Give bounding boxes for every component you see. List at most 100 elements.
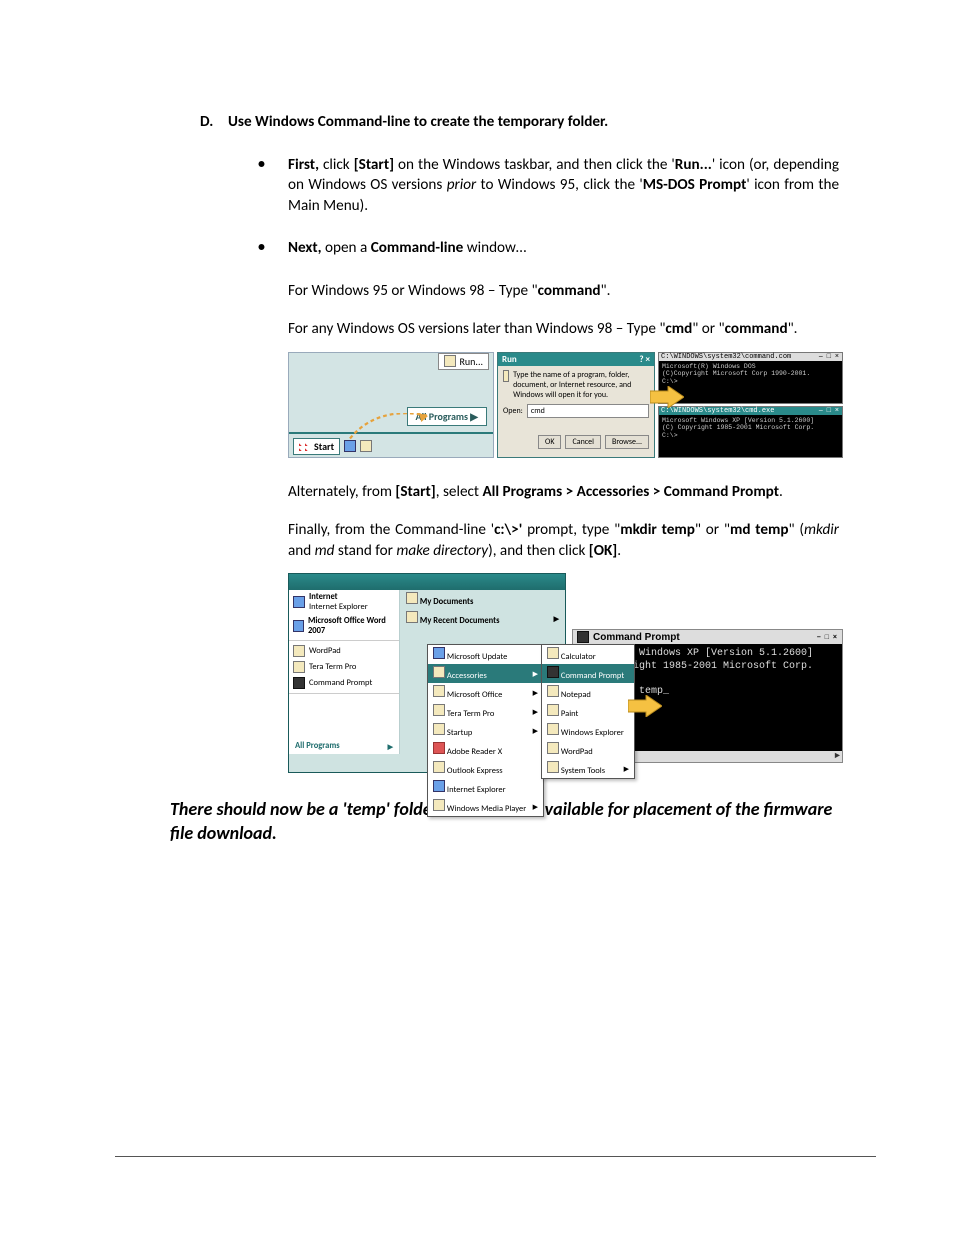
- open-input[interactable]: cmd: [527, 404, 649, 418]
- ok-button[interactable]: OK: [538, 435, 561, 449]
- sm-my-documents[interactable]: My Documents: [400, 590, 565, 609]
- sub-finally: Finally, from the Command-line 'c:\>' pr…: [130, 520, 839, 561]
- bullet-first: • First, click [Start] on the Windows ta…: [130, 155, 839, 217]
- run-dialog: Run ? × Type the name of a program, fold…: [497, 352, 655, 458]
- windows-flag-icon: [299, 441, 311, 451]
- sub-win95: For Windows 95 or Windows 98 – Type "com…: [130, 281, 839, 302]
- start-button[interactable]: Start: [293, 438, 340, 455]
- run-shortcut[interactable]: Run...: [438, 353, 489, 370]
- cmd-exe-window: C:\WINDOWS\system32\cmd.exe– □ × Microso…: [658, 406, 843, 458]
- bullet-next-body: Next, open a Command-line window…: [288, 238, 839, 259]
- wmp-icon: [433, 799, 445, 811]
- section-heading: D. Use Windows Command-line to create th…: [130, 112, 839, 133]
- all-programs-button[interactable]: All Programs ▶: [407, 407, 487, 426]
- word-icon: [293, 620, 304, 632]
- folder-icon: [406, 611, 418, 623]
- sub-later: For any Windows OS versions later than W…: [130, 319, 839, 340]
- menu-item[interactable]: Calculator: [542, 645, 634, 664]
- chevron-right-icon: ▶: [554, 614, 559, 623]
- calc-icon: [547, 647, 559, 659]
- bullet-icon: •: [258, 155, 288, 217]
- chevron-right-icon: ▶: [533, 707, 538, 716]
- outlook-icon: [433, 761, 445, 773]
- menu-command-prompt[interactable]: Command Prompt: [542, 664, 634, 683]
- all-programs-button[interactable]: All Programs▶: [289, 738, 399, 754]
- folder-icon: [433, 723, 445, 735]
- separator: [289, 432, 493, 434]
- notepad-icon: [547, 685, 559, 697]
- run-dialog-icon: [503, 370, 509, 382]
- sub-alternate: Alternately, from [Start], select All Pr…: [130, 482, 839, 503]
- scroll-right-icon[interactable]: ►: [835, 751, 840, 762]
- cmd-titlebar: Command Prompt – □ ×: [573, 630, 842, 644]
- footer-rule: [115, 1156, 876, 1157]
- cmd-icon: [547, 666, 559, 678]
- figure-startmenu-mkdir: InternetInternet Explorer Microsoft Offi…: [288, 573, 843, 773]
- tera-icon: [293, 661, 305, 673]
- open-label: Open:: [503, 406, 523, 416]
- menu-item[interactable]: Startup▶: [428, 721, 543, 740]
- menu-item[interactable]: Adobe Reader X: [428, 740, 543, 759]
- chevron-right-icon: ▶: [533, 688, 538, 697]
- run-dialog-text: Type the name of a program, folder, docu…: [513, 370, 649, 400]
- start-menu-pinned: InternetInternet Explorer Microsoft Offi…: [289, 590, 400, 754]
- sm-recent-docs[interactable]: My Recent Documents▶: [400, 609, 565, 628]
- menu-item[interactable]: Microsoft Update: [428, 645, 543, 664]
- menu-item[interactable]: Windows Media Player▶: [428, 797, 543, 816]
- menu-item[interactable]: Outlook Express: [428, 759, 543, 778]
- sm-item-tera[interactable]: Tera Term Pro: [289, 659, 399, 675]
- command-com-window: C:\WINDOWS\system32\command.com– □ × Mic…: [658, 352, 843, 404]
- menu-accessories[interactable]: Accessories▶: [428, 664, 543, 683]
- run-dialog-title: Run ? ×: [498, 353, 654, 366]
- close-icon[interactable]: ? ×: [639, 354, 650, 365]
- menu-item[interactable]: Windows Explorer: [542, 721, 634, 740]
- yellow-arrow-icon: [650, 386, 684, 408]
- chevron-right-icon: ▶: [533, 669, 538, 678]
- cancel-button[interactable]: Cancel: [565, 435, 601, 449]
- bullet-first-body: First, click [Start] on the Windows task…: [288, 155, 839, 217]
- update-icon: [433, 647, 445, 659]
- menu-item[interactable]: WordPad: [542, 740, 634, 759]
- fig1-startmenu-area: Run... All Programs ▶ Start: [288, 352, 494, 458]
- heading-text: Use Windows Command-line to create the t…: [228, 112, 608, 133]
- all-programs-menu: Microsoft Update Accessories▶ Microsoft …: [427, 644, 544, 817]
- browse-button[interactable]: Browse...: [605, 435, 649, 449]
- ie-icon: [433, 780, 445, 792]
- menu-item[interactable]: System Tools▶: [542, 759, 634, 778]
- window-controls[interactable]: – □ ×: [819, 353, 840, 361]
- run-icon: [444, 355, 456, 367]
- menu-item[interactable]: Internet Explorer: [428, 778, 543, 797]
- menu-item[interactable]: Microsoft Office▶: [428, 683, 543, 702]
- fig1-terminals: C:\WINDOWS\system32\command.com– □ × Mic…: [658, 352, 843, 458]
- accessories-menu: Calculator Command Prompt Notepad Paint …: [541, 644, 635, 779]
- folder-icon: [433, 666, 445, 678]
- wordpad-icon: [293, 645, 305, 657]
- chevron-right-icon: ▶: [624, 764, 629, 773]
- cmd-icon: [293, 677, 305, 689]
- taskbar-ie-icon[interactable]: [344, 440, 356, 452]
- ie-icon: [293, 596, 305, 608]
- cmd-icon: [577, 631, 589, 643]
- bullet-icon: •: [258, 238, 288, 259]
- adobe-icon: [433, 742, 445, 754]
- sm-item-word[interactable]: Microsoft Office Word 2007: [289, 614, 399, 638]
- bullet-next: • Next, open a Command-line window…: [130, 238, 839, 259]
- heading-letter: D.: [200, 112, 228, 133]
- menu-item[interactable]: Notepad: [542, 683, 634, 702]
- sm-item-internet[interactable]: InternetInternet Explorer: [289, 590, 399, 614]
- chevron-right-icon: ▶: [533, 726, 538, 735]
- start-menu: InternetInternet Explorer Microsoft Offi…: [288, 573, 566, 773]
- sm-item-cmd[interactable]: Command Prompt: [289, 675, 399, 691]
- sm-item-wordpad[interactable]: WordPad: [289, 643, 399, 659]
- paint-icon: [547, 704, 559, 716]
- folder-icon: [406, 592, 418, 604]
- figure-run-cmd: Run... All Programs ▶ Start Run ? ×: [288, 352, 843, 458]
- menu-item[interactable]: Tera Term Pro▶: [428, 702, 543, 721]
- window-controls[interactable]: – □ ×: [819, 407, 840, 415]
- chevron-right-icon: ▶: [388, 742, 393, 751]
- window-controls[interactable]: – □ ×: [817, 634, 838, 641]
- chevron-right-icon: ▶: [533, 802, 538, 811]
- wordpad-icon: [547, 742, 559, 754]
- menu-item[interactable]: Paint: [542, 702, 634, 721]
- taskbar-app-icon[interactable]: [360, 440, 372, 452]
